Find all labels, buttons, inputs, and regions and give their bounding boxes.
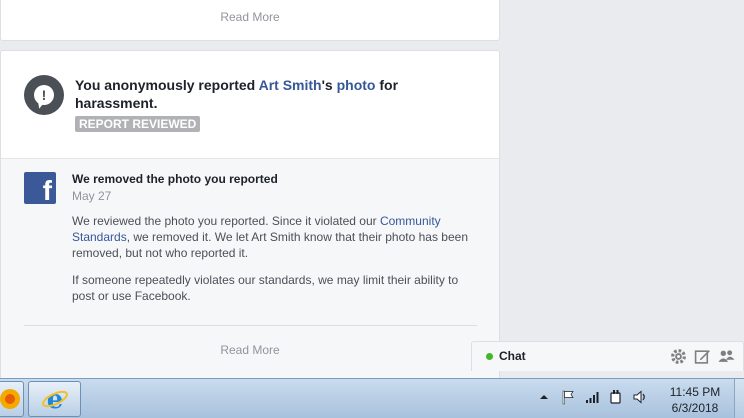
compose-icon[interactable] [694, 348, 711, 365]
signal-icon[interactable] [584, 389, 600, 405]
gear-icon[interactable] [670, 348, 687, 365]
system-tray [536, 389, 648, 405]
taskbar-app-button[interactable] [0, 381, 24, 417]
report-summary: ! You anonymously reported Art Smith's p… [1, 51, 499, 159]
power-icon[interactable] [608, 389, 624, 405]
status-badge: REPORT REVIEWED [75, 116, 201, 132]
app-icon [0, 389, 20, 409]
message-title: We removed the photo you reported [72, 172, 278, 186]
exclamation-icon: ! [34, 85, 54, 105]
friends-icon[interactable] [718, 348, 735, 365]
read-more-link[interactable]: Read More [1, 10, 499, 24]
right-sidebar [501, 0, 744, 378]
report-alert-icon: ! [24, 75, 64, 115]
clock-time: 11:45 PM [669, 385, 721, 399]
support-inbox-card: ! You anonymously reported Art Smith's p… [0, 50, 500, 380]
message-warning: If someone repeatedly violates our stand… [72, 273, 459, 303]
internet-explorer-taskbar-button[interactable]: e [28, 381, 81, 417]
previous-notification-card: Read More [0, 0, 500, 41]
internet-explorer-icon: e [42, 385, 68, 414]
read-more-link[interactable]: Read More [1, 343, 499, 357]
flag-icon[interactable] [560, 389, 576, 405]
message-body: We reviewed the photo you reported. Sinc… [72, 214, 468, 260]
divider [24, 325, 477, 326]
volume-icon[interactable] [632, 389, 648, 405]
facebook-logo-icon: f [24, 172, 56, 204]
svg-text:e: e [47, 385, 64, 414]
system-clock[interactable]: 11:45 PM 6/3/2018 [664, 384, 726, 416]
show-desktop-button[interactable] [734, 379, 744, 418]
reported-person-link[interactable]: Art Smith [259, 77, 322, 93]
clock-date: 6/3/2018 [671, 401, 719, 415]
message-date: May 27 [72, 189, 112, 203]
chat-bar[interactable]: Chat [471, 341, 744, 371]
online-status-dot [486, 353, 493, 360]
chat-label[interactable]: Chat [499, 349, 526, 363]
facebook-message: f We removed the photo you reported May … [1, 159, 499, 379]
reported-photo-link[interactable]: photo [337, 77, 376, 93]
up-arrow-icon[interactable] [536, 389, 552, 405]
report-headline: You anonymously reported Art Smith's pho… [75, 77, 399, 111]
windows-taskbar: e 11:45 PM 6/3/2018 [0, 378, 744, 418]
